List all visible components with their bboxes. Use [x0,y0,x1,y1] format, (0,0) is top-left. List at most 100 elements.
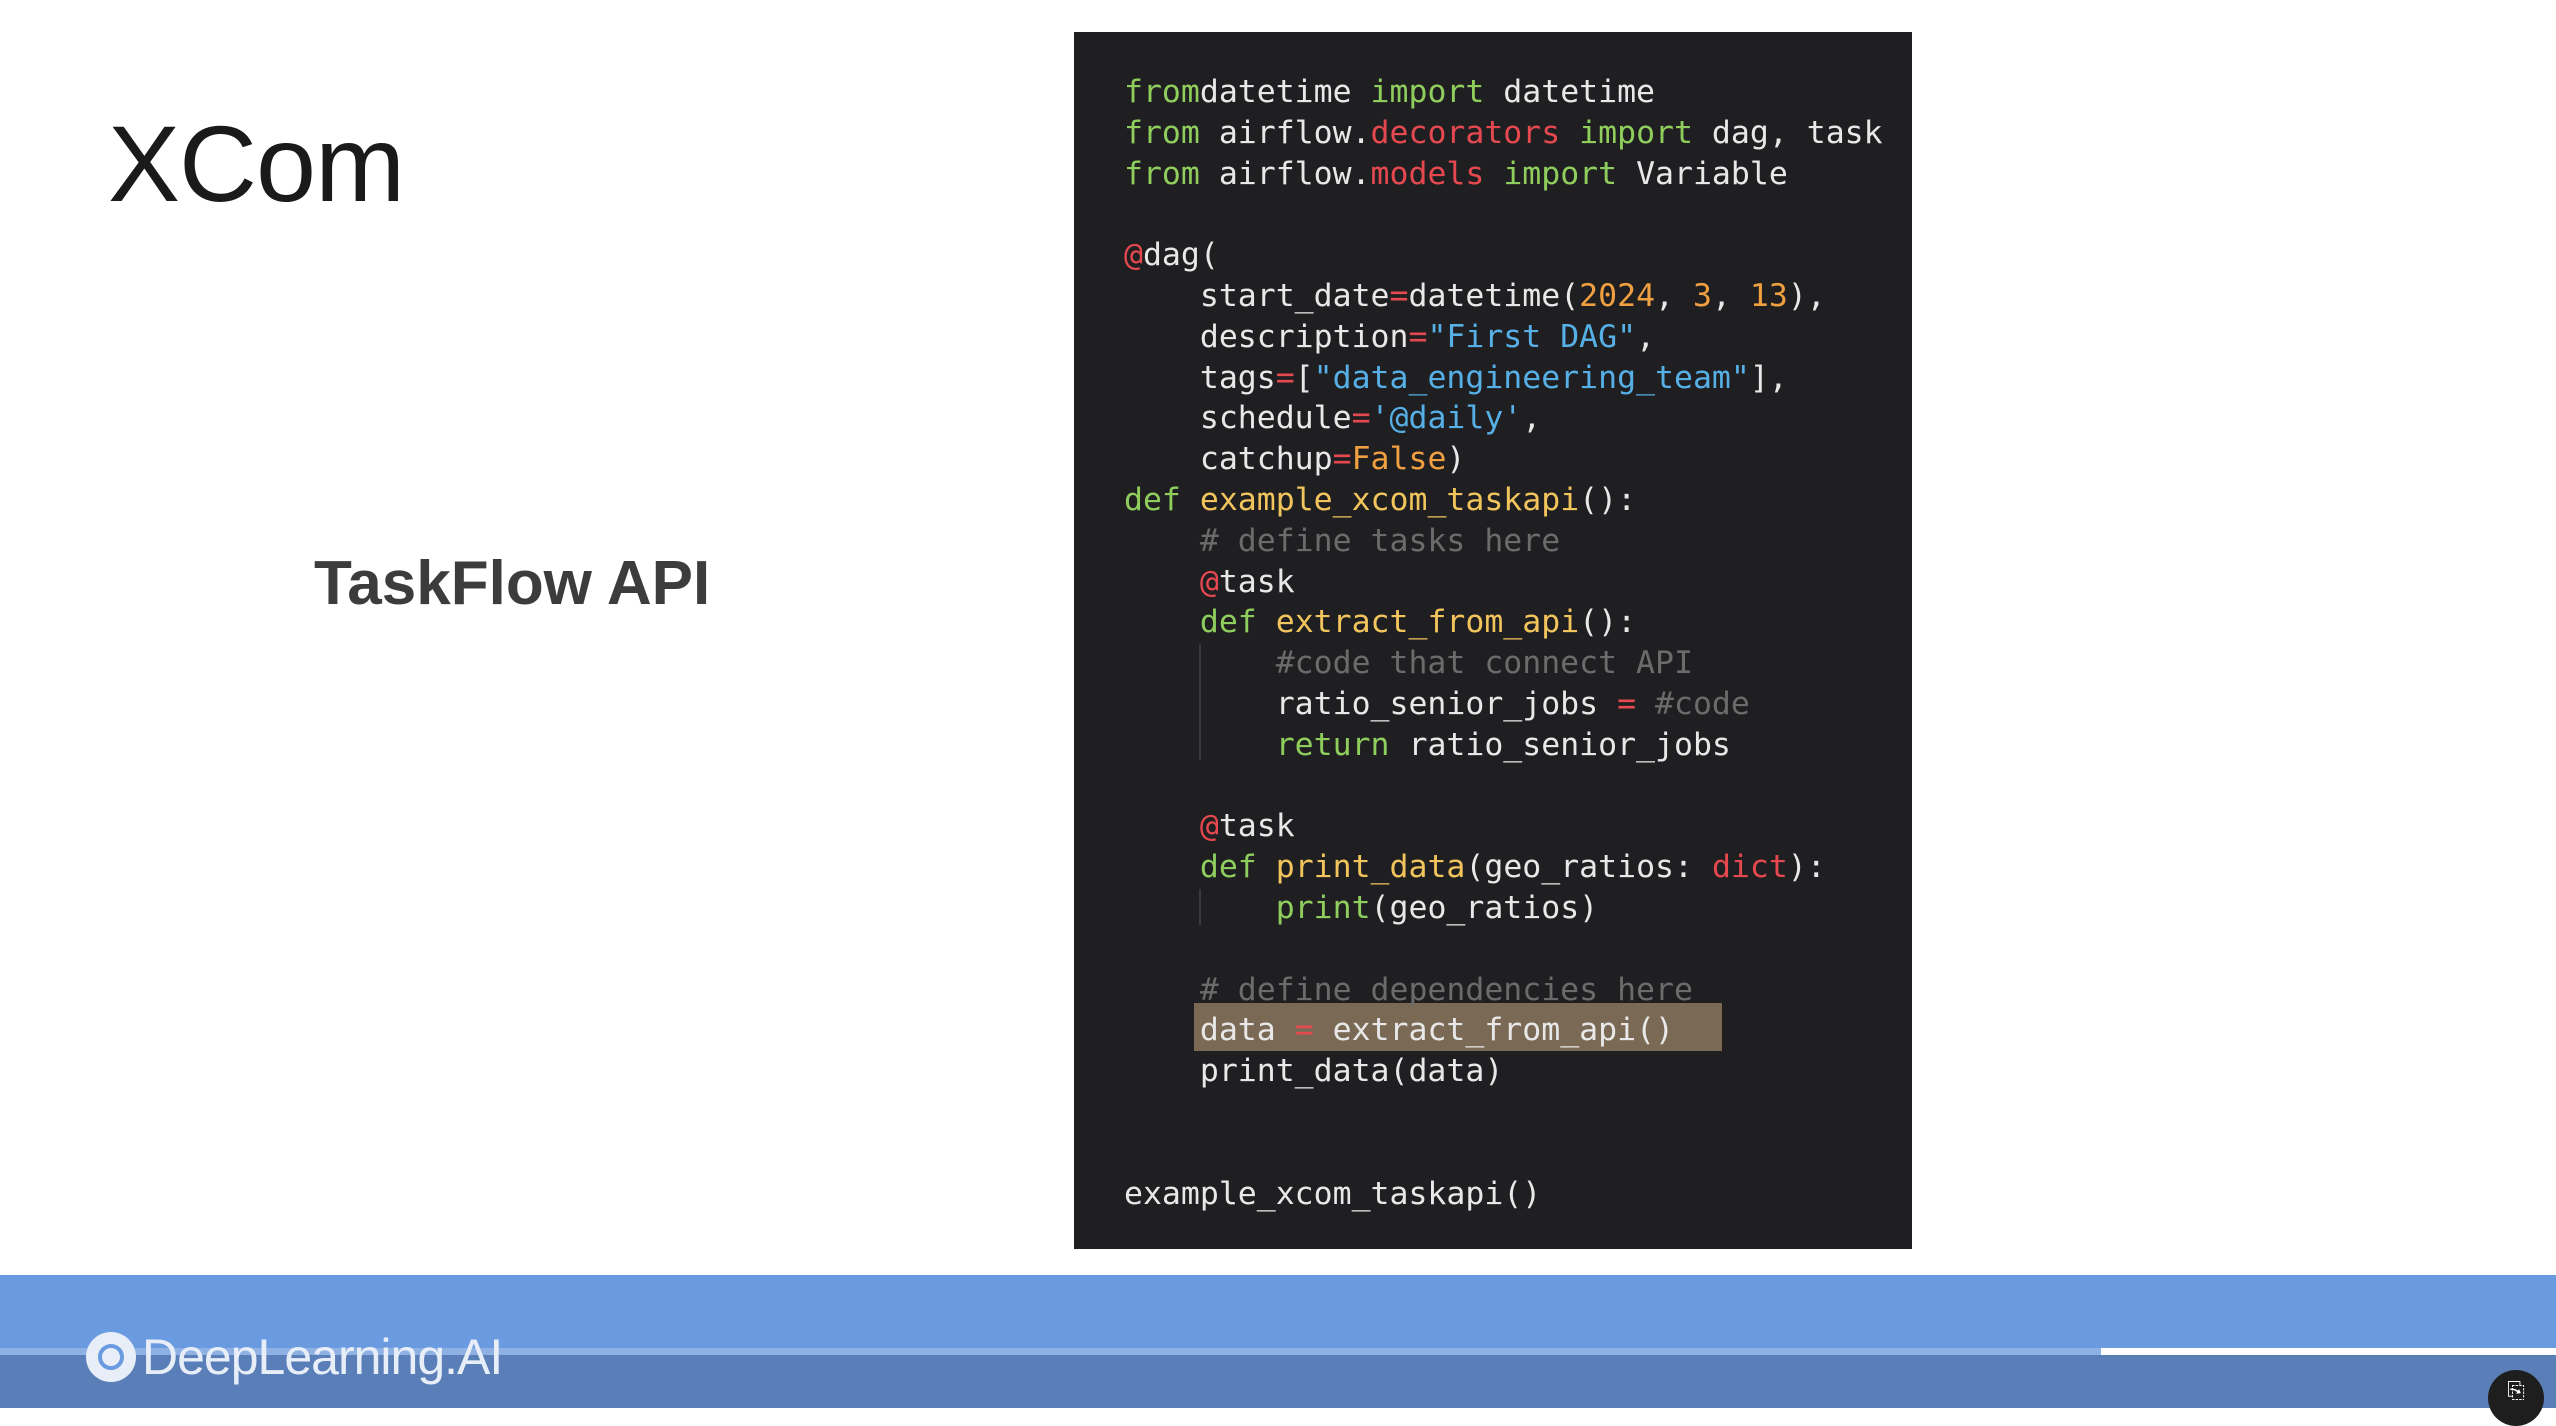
code-line: from airflow.decorators import dag, task [1124,113,1883,154]
code-line: def extract_from_api(): [1124,602,1883,643]
code-token: 3 [1692,277,1712,314]
code-token: (): [1579,604,1637,641]
code-token: , [1636,318,1656,355]
code-token: '@daily' [1370,400,1523,437]
code-token: = [1294,1012,1314,1049]
code-token: ], [1749,359,1788,396]
code-token: dict [1711,849,1788,886]
code-line: start_date=datetime(2024, 3, 13), [1124,276,1883,317]
code-token: tags [1124,359,1276,396]
code-line: print(geo_ratios) [1124,888,1883,929]
code-token: example_xcom_taskapi [1199,481,1580,518]
code-token: extract_from_api() [1313,1012,1674,1049]
deeplearning-ai-logo-icon [86,1332,136,1382]
code-line: def example_xcom_taskapi(): [1124,480,1883,521]
code-token: data [1124,1012,1295,1049]
code-line: def print_data(geo_ratios: dict): [1124,847,1883,888]
code-line: catchup=False) [1124,439,1883,480]
video-buffered-range [2101,1348,2556,1355]
code-token: = [1408,318,1428,355]
code-line: tags=["data_engineering_team"], [1124,358,1883,399]
closed-captions-icon[interactable]: ⎘ [2488,1370,2544,1426]
code-line: example_xcom_taskapi() [1124,1174,1883,1215]
code-token: models [1370,155,1485,192]
code-token: #code that connect API [1124,645,1693,682]
code-token: @ [1199,563,1219,600]
code-token: print_data(data) [1124,1053,1504,1090]
code-token: airflow. [1199,155,1371,192]
code-token: schedule [1124,400,1352,437]
code-token: decorators [1370,114,1561,151]
code-token: description [1124,318,1409,355]
code-line: description="First DAG", [1124,317,1883,358]
code-token: , [1522,400,1542,437]
code-token: start_date [1124,277,1390,314]
code-token: "First DAG" [1427,318,1637,355]
code-line: # define dependencies here [1124,970,1883,1011]
code-line: from airflow.models import Variable [1124,154,1883,195]
code-line: #code that connect API [1124,643,1883,684]
code-token: (geo_ratios) [1370,889,1599,926]
code-token: , [1655,277,1693,314]
code-token: ) [1446,441,1466,478]
code-token: task [1218,808,1295,845]
code-token: from [1124,74,1200,110]
code-token: from [1124,114,1200,151]
code-token: ): [1787,849,1826,886]
code-token: [ [1294,359,1314,396]
code-line: schedule='@daily', [1124,398,1883,439]
code-token: ratio_senior_jobs [1124,685,1618,722]
code-token: import [1579,114,1693,151]
code-line: print_data(data) [1124,1051,1883,1092]
code-line: @task [1124,806,1883,847]
code-line: fromdatetime import datetime [1124,72,1883,113]
slide-title: XCom [108,103,405,224]
code-token: ), [1787,277,1826,314]
code-line: # define tasks here [1124,521,1883,562]
slide-subtitle: TaskFlow API [314,549,711,618]
code-block: fromdatetime import datetime from airflow… [1124,72,1883,1214]
code-token: from [1124,155,1200,192]
code-token: task [1218,563,1295,600]
code-line: @dag( [1124,235,1883,276]
code-token: False [1351,441,1447,478]
code-token: def [1199,604,1257,641]
code-token: extract_from_api [1275,604,1580,641]
code-token: example_xcom_taskapi() [1124,1175,1542,1212]
code-token: def [1199,849,1257,886]
code-token: (): [1579,481,1637,518]
slide: XCom TaskFlow API fromdatetime import da… [0,0,2556,1275]
code-line: return ratio_senior_jobs [1124,725,1883,766]
code-token: def [1124,481,1181,518]
code-token: return [1275,726,1390,763]
code-token: "data_engineering_team" [1313,359,1750,396]
logo-text: DeepLearning.AI [142,1329,503,1385]
code-line: ratio_senior_jobs = #code [1124,684,1883,725]
code-token: = [1389,277,1409,314]
code-token: import [1503,155,1618,192]
code-token: = [1275,359,1295,396]
code-token: print_data [1275,849,1466,886]
code-line: data = extract_from_api() [1124,1010,1883,1051]
code-token: datetime( [1408,277,1580,314]
deeplearning-ai-logo: DeepLearning.AI [86,1329,503,1385]
code-token: catchup [1124,441,1333,478]
code-token: airflow. [1199,114,1371,151]
code-token: 13 [1749,277,1788,314]
code-token: import [1370,74,1485,110]
code-line: @task [1124,562,1883,603]
